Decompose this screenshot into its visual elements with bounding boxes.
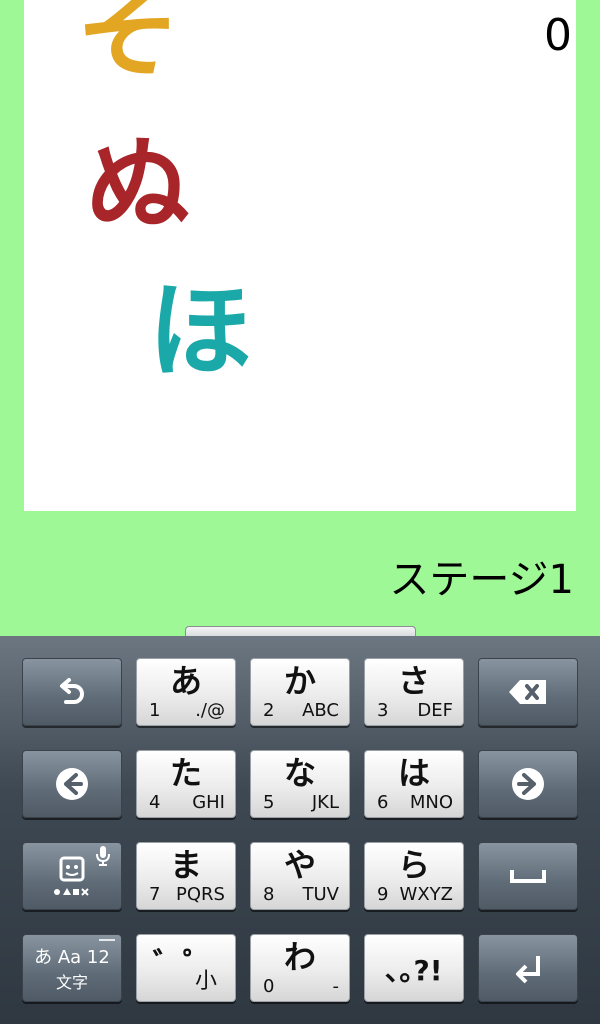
- key-ra[interactable]: ら 9 WXYZ: [364, 842, 464, 910]
- key-kana: か: [283, 662, 316, 700]
- arrow-right-icon: [479, 751, 577, 817]
- cursor-right-key[interactable]: [478, 750, 578, 818]
- score-display: 0: [544, 10, 572, 61]
- key-num: 5: [263, 792, 275, 813]
- key-num: 6: [377, 792, 389, 813]
- key-na[interactable]: な 5 JKL: [250, 750, 350, 818]
- key-kana: ま: [169, 846, 202, 884]
- backspace-icon: [479, 659, 577, 725]
- key-kana: は: [397, 754, 430, 792]
- key-num: 2: [263, 700, 275, 721]
- key-num: 3: [377, 700, 389, 721]
- cursor-left-key[interactable]: [22, 750, 122, 818]
- key-latin: GHI: [192, 792, 225, 813]
- key-num: 4: [149, 792, 161, 813]
- space-key[interactable]: [478, 842, 578, 910]
- enter-key[interactable]: [478, 934, 578, 1002]
- key-ma[interactable]: ま 7 PQRS: [136, 842, 236, 910]
- undo-key[interactable]: [22, 658, 122, 726]
- mic-icon: [95, 845, 111, 871]
- key-kana: わ: [283, 938, 316, 976]
- key-kana: ら: [397, 846, 430, 884]
- key-num: 0: [263, 976, 275, 997]
- key-latin: JKL: [311, 792, 339, 813]
- key-latin: MNO: [409, 792, 453, 813]
- enter-icon: [479, 935, 577, 1001]
- key-num: 9: [377, 884, 389, 905]
- key-kana: や: [283, 846, 316, 884]
- key-kana: た: [169, 754, 202, 792]
- key-latin: ABC: [302, 700, 339, 721]
- space-icon: [479, 843, 577, 909]
- key-kana: あ: [169, 662, 202, 700]
- arrow-left-icon: [23, 751, 121, 817]
- key-a[interactable]: あ 1 ./@: [136, 658, 236, 726]
- stage-label: ステージ1: [389, 557, 574, 603]
- key-latin: ./@: [195, 700, 225, 721]
- key-dakuten[interactable]: ゛゜ 小: [136, 934, 236, 1002]
- software-keyboard: あ 1 ./@ か 2 ABC さ 3 DEF た 4 GHI な 5 JKL …: [0, 636, 600, 1024]
- input-mode-label: あ Aa 12: [34, 947, 110, 968]
- game-panel: 0 そ ぬ ほ: [24, 0, 576, 511]
- input-mode-key[interactable]: あ Aa 12 文字: [22, 934, 122, 1002]
- falling-character-3: ほ: [148, 270, 253, 392]
- key-latin: DEF: [417, 700, 453, 721]
- key-ya[interactable]: や 8 TUV: [250, 842, 350, 910]
- key-latin: -: [332, 976, 340, 997]
- punctuation-label: ､｡?!: [385, 954, 443, 987]
- falling-character-2: ぬ: [86, 124, 191, 246]
- key-ka[interactable]: か 2 ABC: [250, 658, 350, 726]
- key-num: 1: [149, 700, 161, 721]
- key-punctuation[interactable]: ､｡?!: [364, 934, 464, 1002]
- key-num: 8: [263, 884, 275, 905]
- key-sa[interactable]: さ 3 DEF: [364, 658, 464, 726]
- key-num: 7: [149, 884, 161, 905]
- key-ta[interactable]: た 4 GHI: [136, 750, 236, 818]
- key-ha[interactable]: は 6 MNO: [364, 750, 464, 818]
- mode-indicator-bar: [99, 939, 115, 941]
- backspace-key[interactable]: [478, 658, 578, 726]
- emoji-key[interactable]: [22, 842, 122, 910]
- key-kana: な: [283, 754, 316, 792]
- small-kana-label: 小: [194, 969, 217, 994]
- input-mode-sublabel: 文字: [55, 973, 88, 992]
- key-latin: PQRS: [176, 884, 225, 905]
- key-wa[interactable]: わ 0 -: [250, 934, 350, 1002]
- falling-character-1: そ: [76, 0, 181, 92]
- key-latin: WXYZ: [399, 884, 453, 905]
- key-kana: さ: [397, 662, 430, 700]
- key-latin: TUV: [302, 884, 339, 905]
- undo-arrow-icon: [23, 659, 121, 725]
